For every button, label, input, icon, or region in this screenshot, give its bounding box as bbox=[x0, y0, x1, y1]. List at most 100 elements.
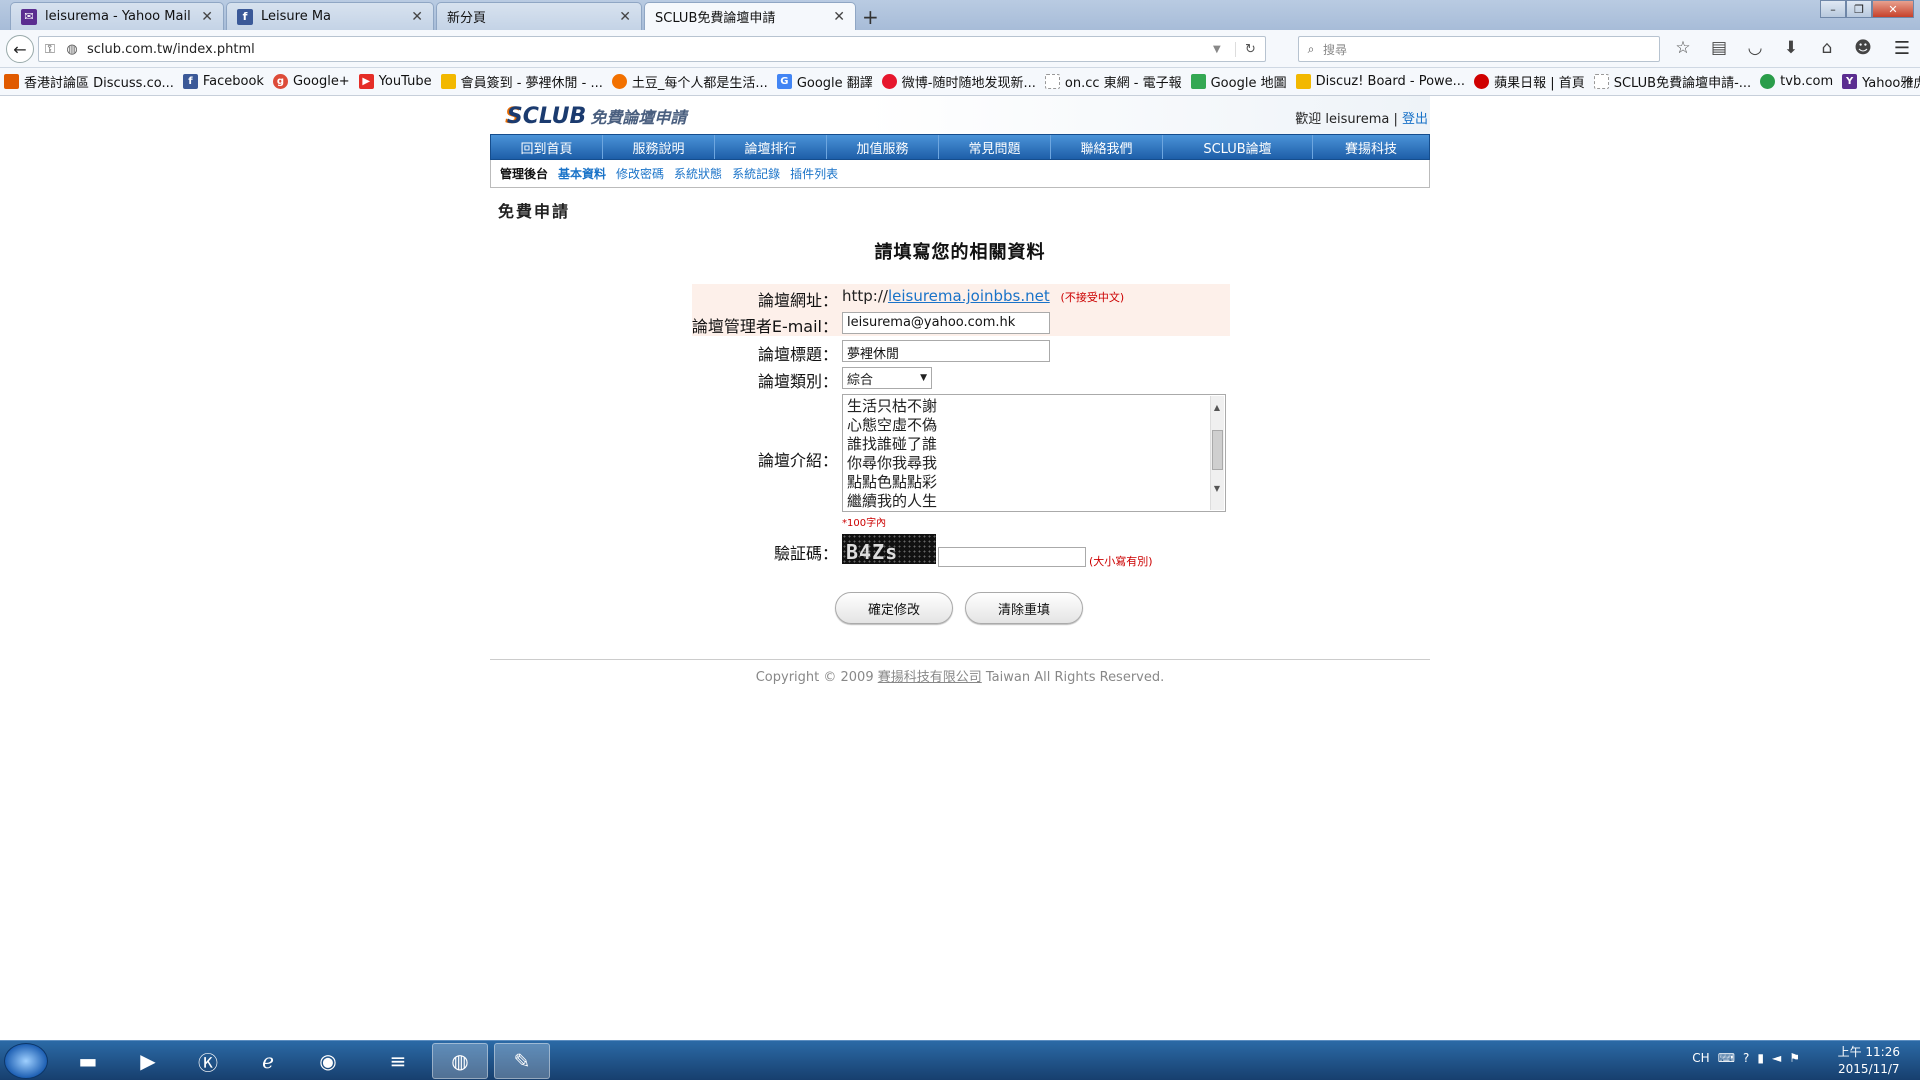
tab-facebook[interactable]: f Leisure Ma ✕ bbox=[226, 2, 434, 30]
internet-explorer-icon[interactable]: ℯ bbox=[240, 1043, 296, 1079]
bookmark-item[interactable]: g Google+ bbox=[272, 74, 350, 89]
menu-icon[interactable]: ☰ bbox=[1894, 38, 1910, 59]
logout-link[interactable]: 登出 bbox=[1402, 112, 1428, 127]
nav-item-contact[interactable]: 聯絡我們 bbox=[1051, 135, 1163, 159]
logo-subtitle: 免費論壇申請 bbox=[590, 108, 687, 127]
site-header: SSCLUB 免費論壇申請 歡迎 leisurema | 登出 bbox=[490, 96, 1430, 134]
copyright-suffix: Taiwan All Rights Reserved. bbox=[985, 670, 1165, 685]
apple-daily-icon bbox=[1474, 74, 1490, 89]
close-icon[interactable]: ✕ bbox=[833, 9, 845, 25]
language-indicator[interactable]: CH bbox=[1692, 1051, 1709, 1065]
forum-intro-label: 論壇介紹： bbox=[757, 451, 838, 470]
subnav-current[interactable]: 管理後台 bbox=[500, 165, 548, 182]
captcha-image: B4Zs bbox=[842, 534, 936, 564]
paint-icon[interactable]: ✎ bbox=[494, 1043, 550, 1079]
form-row-title: 論壇標題： 夢裡休閒 bbox=[692, 338, 1230, 364]
address-bar[interactable]: ⚿ ◍ sclub.com.tw/index.phtml ▼ ↻ bbox=[38, 36, 1266, 62]
bookmark-item[interactable]: SCLUB免費論壇申請-... bbox=[1593, 72, 1751, 91]
reload-icon[interactable]: ↻ bbox=[1235, 41, 1265, 57]
email-field[interactable]: leisurema@yahoo.com.hk bbox=[842, 312, 1050, 334]
nav-item-ranking[interactable]: 論壇排行 bbox=[715, 135, 827, 159]
folder-icon[interactable]: ▬ bbox=[60, 1043, 116, 1079]
clock[interactable]: 上午 11:26 2015/11/7 bbox=[1838, 1044, 1900, 1078]
scroll-down-icon[interactable]: ▼ bbox=[1211, 479, 1223, 498]
bookmark-item[interactable]: 香港討論區 Discuss.co... bbox=[4, 72, 174, 91]
flag-icon[interactable]: ⚑ bbox=[1789, 1051, 1800, 1065]
bookmark-item[interactable]: Google 地圖 bbox=[1190, 72, 1287, 91]
start-button[interactable] bbox=[4, 1043, 48, 1079]
books-icon[interactable]: ≡ bbox=[370, 1043, 426, 1079]
company-link[interactable]: 賽揚科技有限公司 bbox=[878, 670, 982, 685]
bookmark-star-icon[interactable]: ☆ bbox=[1670, 38, 1696, 58]
bookmark-label: tvb.com bbox=[1780, 74, 1834, 89]
close-icon[interactable]: ✕ bbox=[201, 9, 213, 25]
keyboard-icon[interactable]: ⌨ bbox=[1718, 1051, 1735, 1065]
nav-item-premium[interactable]: 加值服務 bbox=[827, 135, 939, 159]
page-container: SSCLUB 免費論壇申請 歡迎 leisurema | 登出 回到首頁 服務說明… bbox=[490, 96, 1430, 685]
chat-icon[interactable]: ☻ bbox=[1850, 38, 1876, 58]
forum-url-link[interactable]: leisurema.joinbbs.net bbox=[888, 287, 1050, 305]
clock-time: 上午 11:26 bbox=[1837, 1045, 1900, 1059]
chevron-right-icon[interactable]: » bbox=[1906, 74, 1914, 89]
download-icon[interactable]: ⬇ bbox=[1778, 38, 1804, 58]
back-button[interactable]: ← bbox=[6, 35, 34, 63]
forum-intro-textarea[interactable]: 生活只枯不謝 心態空虛不偽 誰找誰碰了誰 你尋你我尋我 點點色點點彩 繼續我的人… bbox=[842, 394, 1226, 512]
bookmark-item[interactable]: on.cc 東網 - 電子報 bbox=[1044, 72, 1182, 91]
bookmark-item[interactable]: G Google 翻譯 bbox=[776, 72, 873, 91]
bookmark-item[interactable]: 土豆_每个人都是生活... bbox=[611, 72, 768, 91]
forum-category-select[interactable]: 綜合 ▼ bbox=[842, 367, 932, 389]
bookmark-item[interactable]: ▶ YouTube bbox=[358, 74, 432, 89]
minimize-icon[interactable]: – bbox=[1820, 0, 1846, 18]
textarea-scrollbar[interactable]: ▲ ▼ bbox=[1210, 396, 1224, 510]
media-player-icon[interactable]: ▶ bbox=[120, 1043, 176, 1079]
subnav-link-password[interactable]: 修改密碼 bbox=[616, 165, 664, 182]
reading-list-icon[interactable]: ▤ bbox=[1706, 38, 1732, 58]
intro-line: 點點色點點彩 bbox=[847, 473, 938, 491]
volume-icon[interactable]: ◄ bbox=[1772, 1051, 1781, 1065]
tab-sclub[interactable]: SCLUB免費論壇申請 ✕ bbox=[644, 2, 856, 30]
bookmark-item[interactable]: f Facebook bbox=[182, 74, 264, 89]
network-icon[interactable]: ▮ bbox=[1757, 1051, 1764, 1065]
restore-icon[interactable]: ❐ bbox=[1846, 0, 1872, 18]
pocket-icon[interactable]: ◡ bbox=[1742, 38, 1768, 58]
subnav-link-status[interactable]: 系統狀態 bbox=[674, 165, 722, 182]
window-close-icon[interactable]: ✕ bbox=[1872, 0, 1914, 18]
bookmark-item[interactable]: 微博-随时随地发现新... bbox=[881, 72, 1036, 91]
nav-item-company[interactable]: 賽揚科技 bbox=[1313, 135, 1429, 159]
nav-item-service[interactable]: 服務說明 bbox=[603, 135, 715, 159]
bookmark-item[interactable]: tvb.com bbox=[1760, 74, 1833, 89]
submit-button[interactable]: 確定修改 bbox=[835, 592, 953, 624]
nav-item-home[interactable]: 回到首頁 bbox=[491, 135, 603, 159]
form-row-email: 論壇管理者E-mail： leisurema@yahoo.com.hk bbox=[692, 310, 1230, 336]
firefox-icon[interactable]: ◍ bbox=[432, 1043, 488, 1079]
subnav-link-profile[interactable]: 基本資料 bbox=[558, 165, 606, 182]
chrome-icon[interactable]: ◉ bbox=[300, 1043, 356, 1079]
nav-item-faq[interactable]: 常見問題 bbox=[939, 135, 1051, 159]
subnav-link-log[interactable]: 系統記錄 bbox=[732, 165, 780, 182]
close-icon[interactable]: ✕ bbox=[619, 9, 631, 25]
tab-new[interactable]: 新分頁 ✕ bbox=[436, 2, 642, 30]
site-logo[interactable]: SSCLUB 免費論壇申請 bbox=[505, 104, 686, 129]
email-label: 論壇管理者E-mail： bbox=[691, 317, 838, 336]
bookmark-item[interactable]: Discuz! Board - Powe... bbox=[1295, 74, 1465, 89]
forum-title-field[interactable]: 夢裡休閒 bbox=[842, 340, 1050, 362]
reset-button[interactable]: 清除重填 bbox=[965, 592, 1083, 624]
new-tab-button[interactable]: + bbox=[862, 5, 879, 29]
home-icon[interactable]: ⌂ bbox=[1814, 38, 1840, 58]
tab-yahoo-mail[interactable]: ✉ leisurema - Yahoo Mail ✕ bbox=[10, 2, 224, 30]
intro-line: 誰找誰碰了誰 bbox=[847, 435, 938, 453]
help-icon[interactable]: ? bbox=[1743, 1051, 1749, 1065]
url-text[interactable]: sclub.com.tw/index.phtml bbox=[83, 42, 1213, 57]
search-bar[interactable]: ⌕ 搜尋 bbox=[1298, 36, 1660, 62]
dropdown-arrow-icon[interactable]: ▼ bbox=[1213, 44, 1235, 55]
captcha-input[interactable] bbox=[938, 547, 1086, 567]
scrollbar-thumb[interactable] bbox=[1212, 430, 1223, 470]
bookmark-item[interactable]: 會員簽到 - 夢裡休閒 - ... bbox=[440, 72, 603, 91]
close-icon[interactable]: ✕ bbox=[411, 9, 423, 25]
bookmark-item[interactable]: 蘋果日報 | 首頁 bbox=[1474, 72, 1585, 91]
kmplayer-icon[interactable]: Ⓚ bbox=[180, 1043, 236, 1079]
scroll-up-icon[interactable]: ▲ bbox=[1211, 398, 1223, 417]
subnav-link-plugins[interactable]: 插件列表 bbox=[790, 165, 838, 182]
nav-item-forum[interactable]: SCLUB論壇 bbox=[1163, 135, 1313, 159]
search-placeholder[interactable]: 搜尋 bbox=[1323, 41, 1347, 58]
